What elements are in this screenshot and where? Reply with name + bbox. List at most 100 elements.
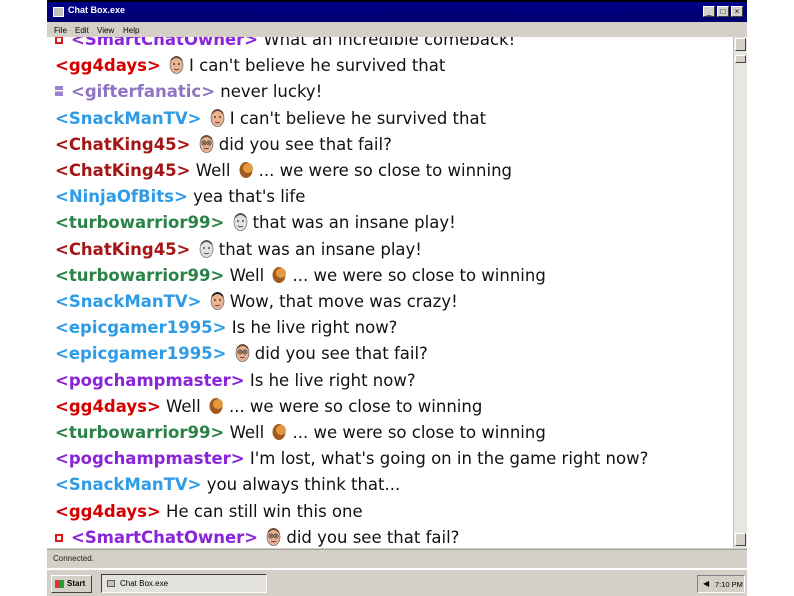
chat-username[interactable]: <SnackManTV> [55,475,202,494]
facepalm-emote-icon [272,424,287,440]
chat-username[interactable]: <pogchampmaster> [55,371,245,390]
chat-message-text: I can't believe he survived that [189,56,446,76]
chat-message: <epicgamer1995> Is he live right now? [55,315,397,341]
chat-message: <epicgamer1995> did you see that fail? [55,341,428,367]
chat-message-text: you always think that... [206,475,401,495]
grey-face-emote-icon [199,239,214,258]
clock: 7:10 PM [715,580,743,589]
menu-file[interactable]: File [54,26,67,35]
chat-message-text: ... we were so close to winning [258,161,513,180]
glasses-man-emote-icon [267,527,281,546]
chat-username[interactable]: <epicgamer1995> [55,344,226,363]
chat-username[interactable]: <ChatKing45> [55,135,191,154]
chat-username[interactable]: <turbowarrior99> [55,266,224,285]
chat-message-text: Is he live right now? [249,370,416,390]
chat-message-text: I can't believe he survived that [229,108,487,128]
window-icon [107,580,115,587]
chat-message-text: He can still win this one [166,501,363,521]
chat-message-text: Wow, that move was crazy! [229,292,458,311]
close-button[interactable]: × [731,6,743,17]
chat-message: <ChatKing45> Well ... we were so close t… [55,158,512,184]
chat-message-text: did you see that fail? [218,134,392,154]
chat-message: <ChatKing45> that was an insane play! [55,237,422,263]
glasses-man-emote-icon [235,344,250,363]
chat-message-text: What an incredible comeback! [263,37,516,49]
chat-username[interactable]: <ChatKing45> [55,161,191,180]
facepalm-emote-icon [209,397,223,414]
chat-message: <turbowarrior99> Well ... we were so clo… [55,263,546,289]
window-title: Chat Box.exe [68,5,126,15]
chat-box-window: Chat Box.exe _ □ × File Edit View Help <… [47,0,747,568]
chat-message-text: Well [229,423,265,442]
chat-username[interactable]: <pogchampmaster> [55,449,245,468]
chat-username[interactable]: <SnackManTV> [55,292,202,311]
windows-logo-icon [55,580,64,588]
chat-log[interactable]: <SmartChatOwner> What an incredible come… [47,37,733,548]
facepalm-emote-icon [272,266,287,283]
chat-username[interactable]: <SmartChatOwner> [71,37,258,49]
status-bar: Connected. [47,549,747,568]
chat-message-text: that was an insane play! [252,213,456,233]
chat-message: <gg4days> He can still win this one [55,499,363,525]
minimize-button[interactable]: _ [703,6,715,17]
chat-message: <SnackManTV> you always think that... [55,472,400,498]
chat-username[interactable]: <ChatKing45> [55,240,191,259]
menu-edit[interactable]: Edit [75,26,89,35]
chat-message-text: Well [229,265,265,285]
chat-username[interactable]: <gg4days> [55,56,161,75]
maximize-button[interactable]: □ [717,6,729,17]
chat-message: <ChatKing45> did you see that fail? [55,132,392,158]
chat-username[interactable]: <turbowarrior99> [55,423,224,442]
chat-message: <gg4days> Well ... we were so close to w… [55,394,482,420]
chat-username[interactable]: <gifterfanatic> [71,82,215,101]
gift-badge-icon [55,86,63,97]
chat-username[interactable]: <gg4days> [55,502,161,521]
chat-username[interactable]: <turbowarrior99> [55,213,224,232]
scroll-down-arrow[interactable] [735,533,746,546]
glasses-man-emote-icon [199,134,214,153]
chat-message: <gg4days> I can't believe he survived th… [55,53,445,79]
speaker-icon[interactable]: ◀ [703,579,709,588]
chat-message: <pogchampmaster> I'm lost, what's going … [55,446,648,472]
chat-message: <SmartChatOwner> What an incredible come… [55,37,515,53]
chat-message: <pogchampmaster> Is he live right now? [55,368,416,394]
right-margin [747,0,794,596]
chat-message-text: Is he live right now? [231,318,398,338]
scroll-up-arrow[interactable] [735,38,746,51]
chat-username[interactable]: <NinjaOfBits> [55,187,188,206]
menu-help[interactable]: Help [123,26,139,35]
dark-hair-man-emote-icon [210,292,225,310]
chat-username[interactable]: <epicgamer1995> [55,318,226,337]
chat-message: <SnackManTV> I can't believe he survived… [55,106,486,132]
left-margin [0,0,47,596]
chat-message-text: did you see that fail? [254,344,428,364]
start-button[interactable]: Start [51,575,92,593]
chat-message-text: yea that's life [193,187,306,207]
status-text: Connected. [53,554,94,563]
title-bar[interactable]: Chat Box.exe _ □ × [47,0,747,22]
menu-view[interactable]: View [97,26,114,35]
taskbar-item-chat-box[interactable]: Chat Box.exe [101,574,267,593]
bald-man-emote-icon [169,56,184,74]
chat-message-text: ... we were so close to winning [228,396,483,416]
taskbar-item-label: Chat Box.exe [120,579,169,588]
scroll-thumb[interactable] [735,55,746,63]
chat-message-text: Well [195,161,231,180]
chat-message-text: did you see that fail? [286,527,460,547]
chat-username[interactable]: <SnackManTV> [55,109,202,128]
chat-message: <turbowarrior99> that was an insane play… [55,210,456,236]
chat-username[interactable]: <gg4days> [55,397,161,416]
chat-message: <NinjaOfBits> yea that's life [55,184,305,210]
chat-message: <SmartChatOwner> did you see that fail? [55,525,459,548]
chat-message-text: Well [166,396,201,416]
taskbar: Start Chat Box.exe ◀ 7:10 PM [47,568,747,596]
chat-username[interactable]: <SmartChatOwner> [71,528,258,547]
facepalm-emote-icon [239,162,253,178]
system-tray: ◀ 7:10 PM [697,575,745,593]
vertical-scrollbar[interactable] [733,37,747,548]
red-square-badge-icon [55,37,63,44]
start-label: Start [67,579,86,588]
chat-message: <gifterfanatic> never lucky! [55,79,322,105]
bald-man-emote-icon [210,108,225,127]
chat-message: <turbowarrior99> Well ... we were so clo… [55,420,546,446]
